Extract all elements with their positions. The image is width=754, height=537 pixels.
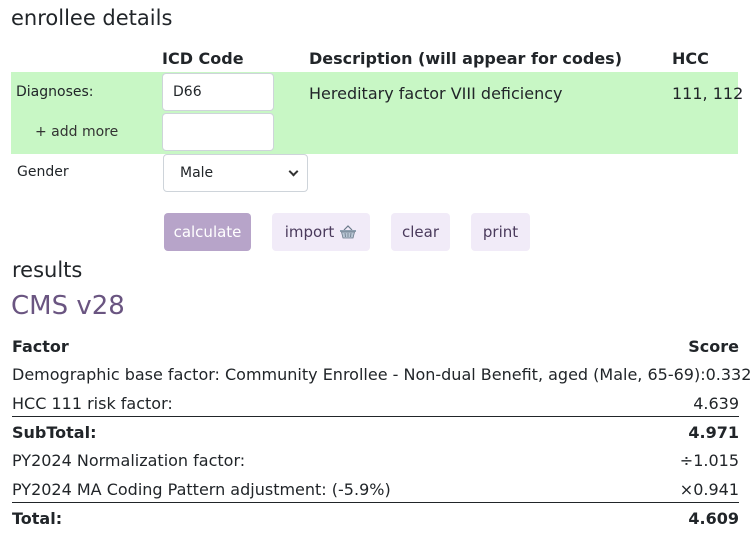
subtotal-label: SubTotal: (12, 422, 97, 442)
add-more-link[interactable]: + add more (35, 124, 118, 140)
total-value: 4.609 (688, 508, 739, 528)
adjustment-label: PY2024 MA Coding Pattern adjustment: (-5… (12, 479, 391, 499)
print-button[interactable]: print (471, 213, 530, 251)
clear-button[interactable]: clear (391, 213, 450, 251)
column-header-hcc: HCC (672, 49, 709, 68)
gender-select[interactable]: Male (163, 154, 308, 192)
results-header-row: Factor Score (12, 332, 739, 360)
adjustment-row: PY2024 MA Coding Pattern adjustment: (-5… (12, 475, 739, 503)
subtotal-value: 4.971 (688, 422, 739, 442)
diagnosis-hcc: 111, 112 (672, 84, 744, 103)
result-row-value: 4.639 (693, 393, 739, 413)
adjustment-value: ×0.941 (679, 479, 739, 499)
gender-label: Gender (17, 164, 69, 180)
gender-selected-value: Male (180, 165, 214, 181)
total-row: Total: 4.609 (12, 504, 739, 532)
column-header-description: Description (will appear for codes) (309, 49, 623, 68)
diagnosis-description: Hereditary factor VIII deficiency (309, 84, 563, 103)
calculate-button[interactable]: calculate (164, 213, 251, 251)
enrollee-details-heading: enrollee details (11, 6, 173, 30)
result-row-label: HCC 111 risk factor: (12, 393, 173, 413)
icd-code-input[interactable] (162, 73, 274, 111)
result-row-label: Demographic base factor: Community Enrol… (12, 364, 706, 384)
total-divider (12, 502, 739, 503)
import-button-label: import (284, 223, 335, 241)
adjustment-label: PY2024 Normalization factor: (12, 450, 246, 470)
import-button[interactable]: import (272, 213, 370, 251)
header-factor: Factor (12, 336, 69, 356)
result-row: HCC 111 risk factor: 4.639 (12, 389, 739, 417)
results-heading: results (12, 258, 83, 282)
icd-code-input-2[interactable] (162, 113, 274, 151)
chevron-down-icon (288, 166, 299, 176)
header-score: Score (688, 336, 739, 356)
result-row: Demographic base factor: Community Enrol… (12, 360, 751, 388)
subtotal-row: SubTotal: 4.971 (12, 418, 739, 446)
model-title: CMS v28 (11, 291, 125, 321)
diagnoses-label: Diagnoses: (16, 84, 94, 100)
column-header-icd-code: ICD Code (162, 49, 244, 68)
adjustment-row: PY2024 Normalization factor: ÷1.015 (12, 446, 739, 474)
basket-icon (340, 225, 357, 239)
total-label: Total: (12, 508, 63, 528)
subtotal-divider (12, 416, 739, 417)
adjustment-value: ÷1.015 (679, 450, 739, 470)
result-row-value: 0.332 (705, 364, 752, 384)
